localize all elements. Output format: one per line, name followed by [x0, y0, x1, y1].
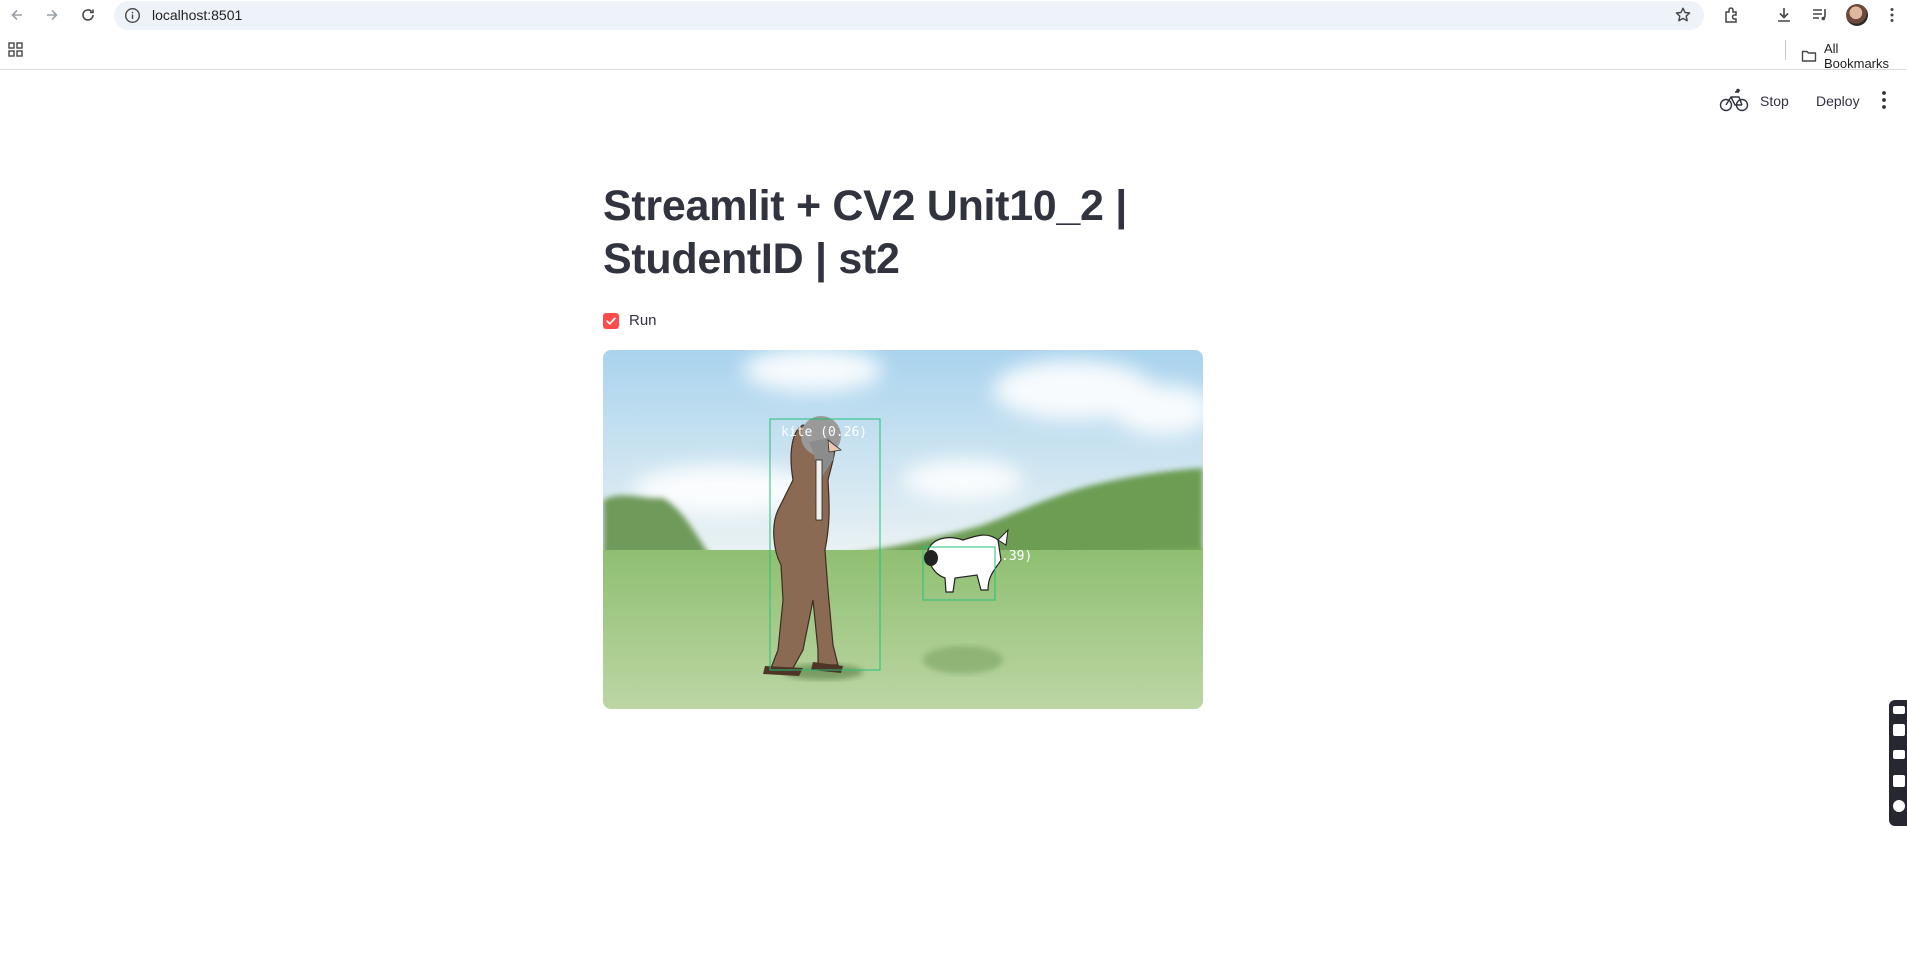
browser-menu-icon[interactable]	[1880, 3, 1904, 27]
rectangle-icon[interactable]	[1893, 750, 1905, 759]
running-bicycle-icon	[1719, 88, 1749, 112]
site-info-icon[interactable]	[124, 7, 141, 24]
address-bar[interactable]: localhost:8501	[114, 1, 1704, 30]
camera-icon[interactable]	[1893, 724, 1905, 736]
gear-icon[interactable]	[1893, 800, 1905, 812]
pen-icon[interactable]	[1893, 706, 1905, 714]
run-label[interactable]: Run	[629, 312, 657, 329]
floating-toolbar[interactable]	[1889, 700, 1907, 826]
profile-avatar[interactable]	[1846, 4, 1868, 26]
video-frame-image: kite (0.26) .39)	[603, 350, 1203, 709]
deploy-button[interactable]: Deploy	[1810, 91, 1866, 111]
run-checkbox[interactable]: Run	[603, 312, 657, 329]
stop-button[interactable]: Stop	[1754, 91, 1795, 111]
all-bookmarks-label: All Bookmarks	[1823, 41, 1890, 71]
folder-icon	[1801, 50, 1817, 62]
main-content: Streamlit + CV2 Unit10_2 | StudentID | s…	[603, 180, 1203, 709]
video-frame: kite (0.26) .39)	[603, 350, 1203, 709]
detection-label-dog: .39)	[1001, 549, 1032, 564]
bookmarks-bar: All Bookmarks	[0, 30, 1907, 71]
back-icon[interactable]	[6, 4, 28, 26]
all-bookmarks-button[interactable]: All Bookmarks	[1801, 41, 1907, 71]
bookmark-star-icon[interactable]	[1674, 6, 1692, 24]
url-text[interactable]: localhost:8501	[152, 7, 242, 23]
main-menu-icon[interactable]	[1876, 89, 1892, 111]
checkbox-checked-icon[interactable]	[603, 312, 619, 329]
page-title: Streamlit + CV2 Unit10_2 | StudentID | s…	[603, 182, 1128, 283]
media-controls-icon[interactable]	[1808, 3, 1832, 27]
square-outline-icon[interactable]	[1893, 775, 1905, 787]
bookmarks-divider	[1785, 40, 1786, 60]
reload-icon[interactable]	[77, 4, 99, 26]
apps-grid-icon[interactable]	[8, 42, 23, 57]
browser-toolbar: localhost:8501	[0, 0, 1907, 30]
streamlit-header: Stop Deploy	[0, 71, 1907, 131]
download-icon[interactable]	[1772, 3, 1796, 27]
detection-label-kite: kite (0.26)	[781, 425, 867, 440]
forward-icon[interactable]	[41, 4, 63, 26]
extensions-icon[interactable]	[1720, 3, 1744, 27]
